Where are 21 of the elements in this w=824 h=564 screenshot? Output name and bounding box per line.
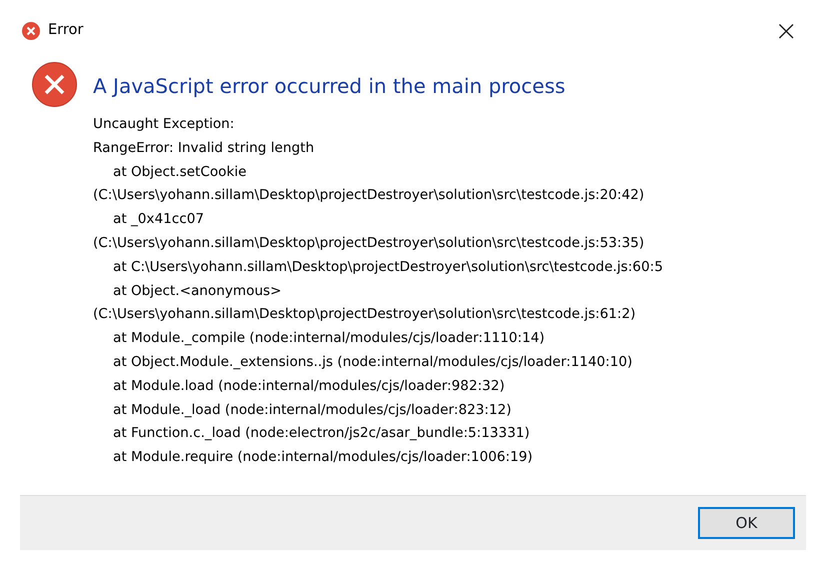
error-heading: A JavaScript error occurred in the main process — [93, 72, 566, 100]
error-message-line: RangeError: Invalid string length — [93, 138, 314, 158]
stack-frame-line: at Object.setCookie — [113, 162, 246, 182]
stack-frame-line: at Object.Module._extensions..js (node:internal/modules/cjs/loader:1140:10) — [113, 352, 632, 372]
error-icon — [22, 22, 40, 40]
stack-frame-line: at _0x41cc07 — [113, 210, 204, 230]
error-message-line: (C:\Users\yohann.sillam\Desktop\projectDestroyer\solution\src\testcode.js:20:42) — [93, 186, 644, 206]
stack-frame-line: at Module.require (node:internal/modules/cjs/loader:1006:19) — [113, 448, 533, 468]
error-message-line: (C:\Users\yohann.sillam\Desktop\projectDestroyer\solution\src\testcode.js:61:2) — [93, 305, 636, 324]
stack-frame-line: at Module._compile (node:internal/modules/cjs/loader:1110:14) — [113, 329, 545, 348]
stack-frame-line: at Object.<anonymous> — [113, 282, 282, 301]
close-button[interactable]: × — [768, 17, 804, 45]
stack-frame-line: at Module.load (node:internal/modules/cjs/loader:982:32) — [113, 376, 505, 396]
error-message-line: (C:\Users\yohann.sillam\Desktop\projectDestroyer\solution\src\testcode.js:53:35) — [93, 234, 644, 253]
stack-frame-line: at Function.c._load (node:electron/js2c/asar_bundle:5:13331) — [113, 424, 530, 444]
stack-frame-line: at C:\Users\yohann.sillam\Desktop\projectDestroyer\solution\src\testcode.js:60:5 — [113, 258, 663, 277]
error-icon — [32, 62, 77, 107]
error-message-line: Uncaught Exception: — [93, 115, 234, 134]
ok-button[interactable]: OK — [698, 507, 795, 539]
stack-frame-line: at Module._load (node:internal/modules/cjs/loader:823:12) — [113, 400, 512, 420]
window-title: Error — [48, 21, 84, 40]
